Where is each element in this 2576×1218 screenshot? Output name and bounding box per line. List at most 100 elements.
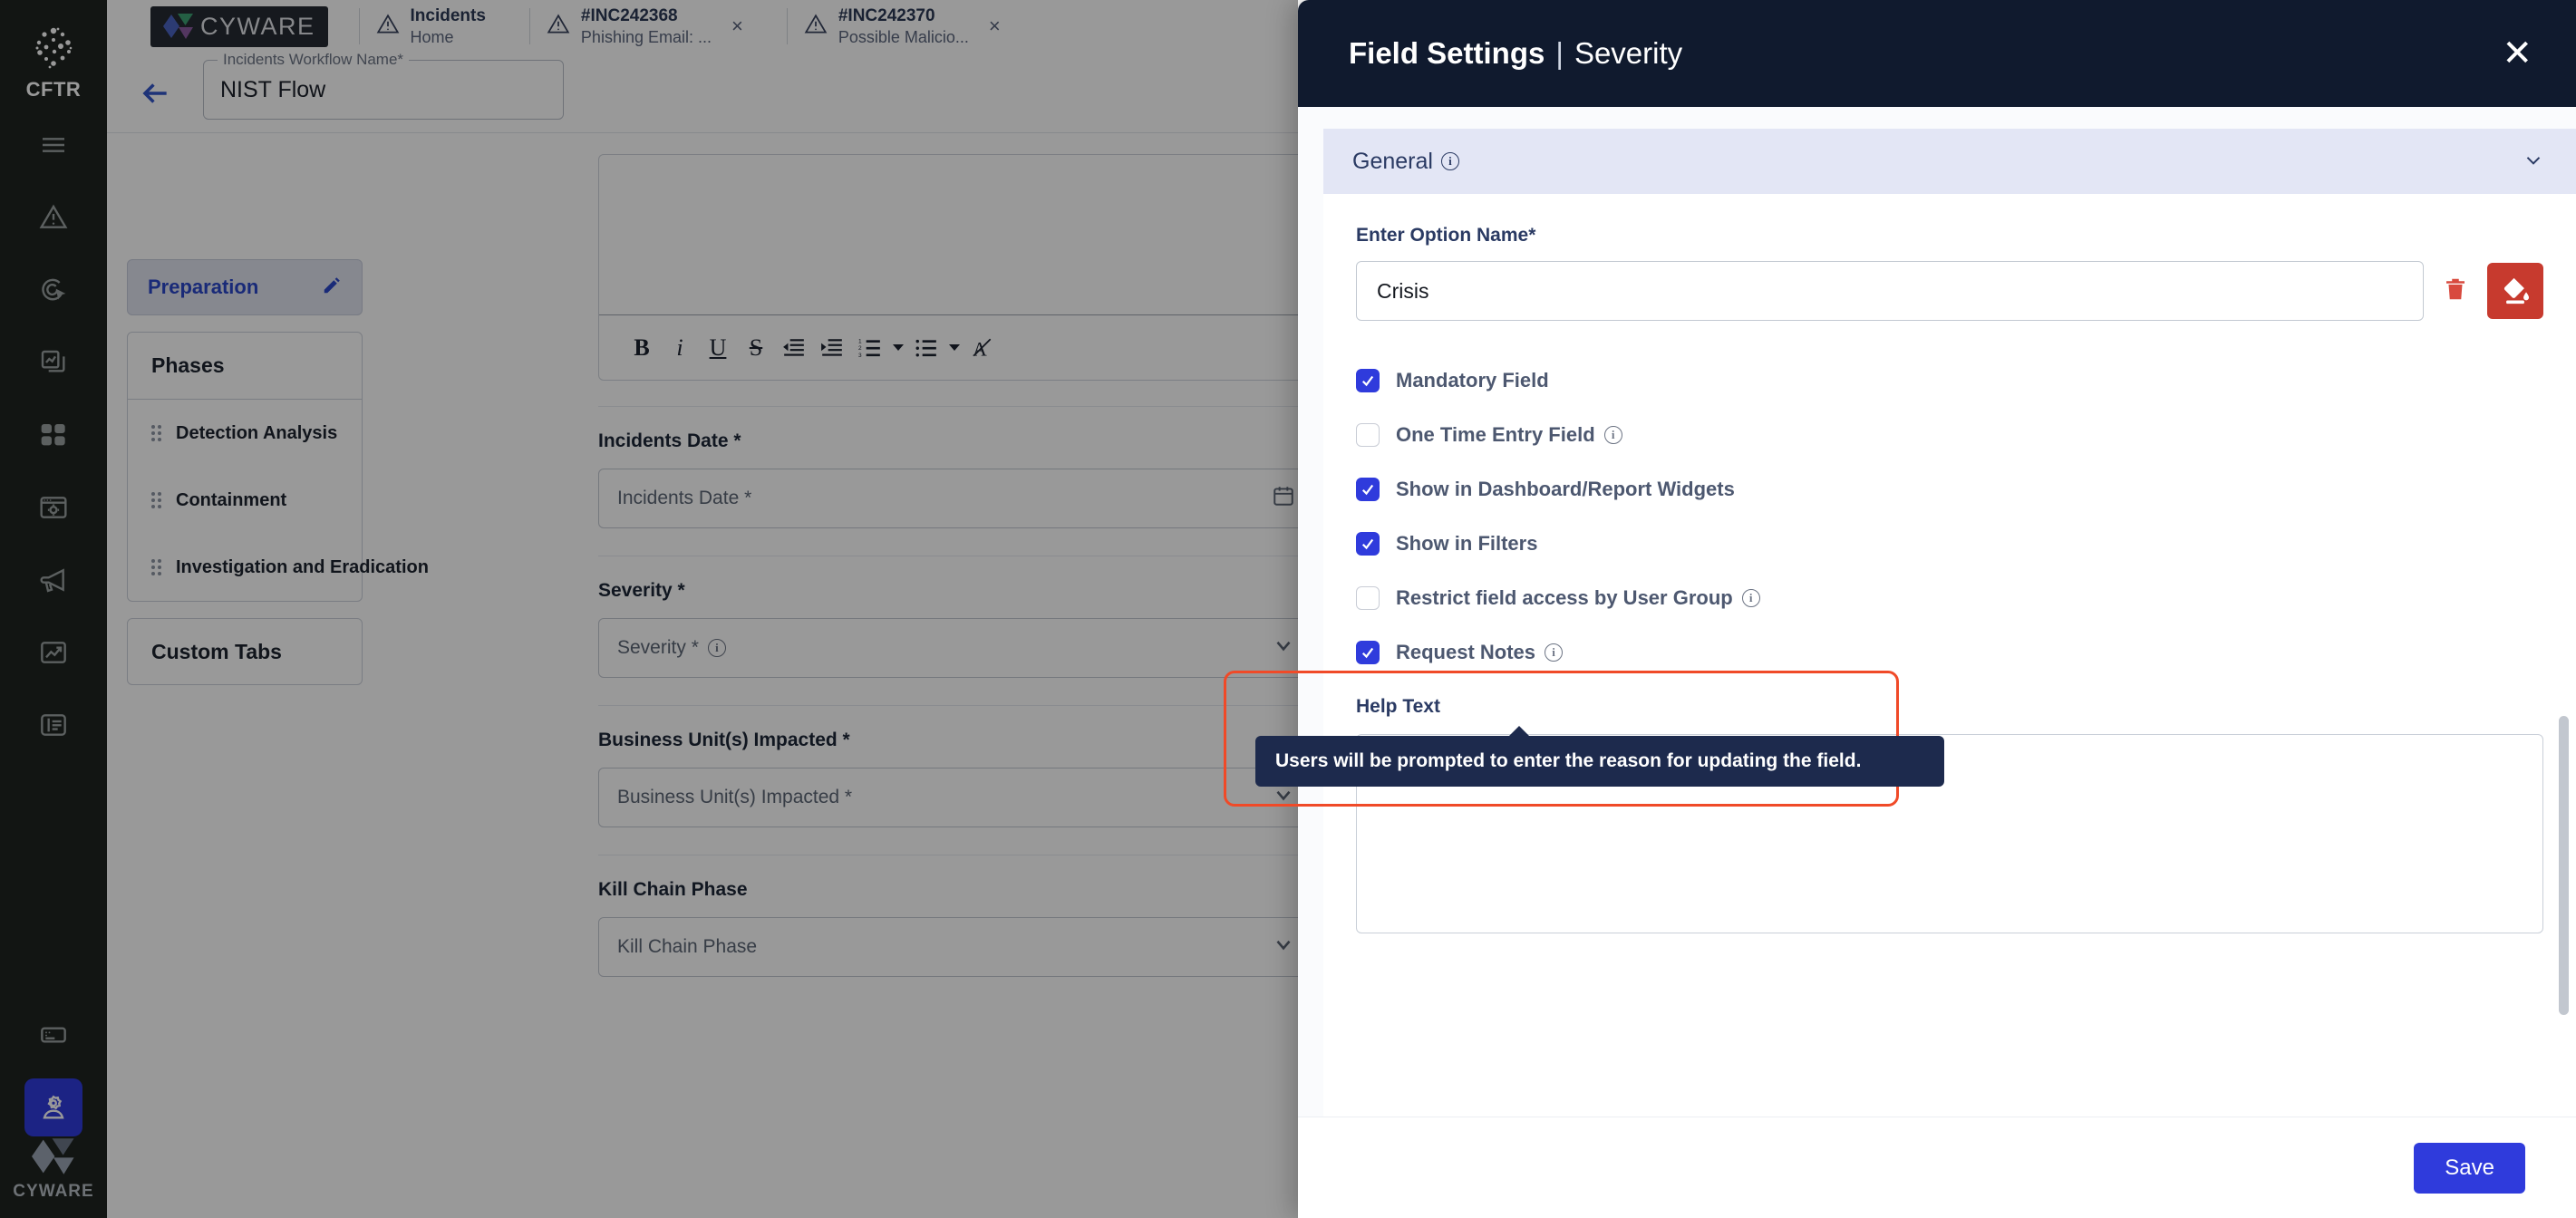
field-settings-drawer: Field Settings | Severity ✕ General i Ente… [1298, 0, 2576, 1218]
italic-icon[interactable]: i [661, 329, 699, 367]
checkbox-unchecked-icon[interactable] [1356, 586, 1380, 610]
info-icon[interactable]: i [1545, 643, 1563, 662]
phase-row[interactable]: Containment [128, 467, 362, 534]
kill-chain-phase-select[interactable]: Kill Chain Phase [598, 917, 1314, 977]
tab-title: #INC242368 [581, 6, 712, 26]
info-icon[interactable]: i [1604, 426, 1622, 444]
chevron-down-icon[interactable] [1272, 783, 1295, 812]
checkbox-checked-icon[interactable] [1356, 478, 1380, 501]
drawer-title-main: Field Settings [1349, 36, 1545, 70]
field-label: Severity * [598, 580, 1314, 602]
field-placeholder: Severity * [617, 637, 699, 659]
tab-inc242370[interactable]: #INC242370 Possible Malicio... × [788, 0, 1013, 53]
field-placeholder: Business Unit(s) Impacted * [617, 787, 852, 808]
back-arrow-icon[interactable] [138, 76, 172, 111]
close-icon[interactable]: ✕ [2493, 32, 2542, 75]
tab-title: #INC242370 [838, 6, 969, 26]
apps-grid-icon[interactable] [24, 406, 82, 464]
header-divider [107, 132, 1298, 133]
console-icon[interactable] [24, 1006, 82, 1064]
browser-settings-icon[interactable] [24, 478, 82, 536]
field-incidents-date: Incidents Date * Incidents Date * [598, 407, 1314, 556]
checkbox-row-mandatory-field[interactable]: Mandatory Field [1356, 353, 2543, 408]
field-business-units: Business Unit(s) Impacted * Business Uni… [598, 706, 1314, 855]
info-icon[interactable]: i [708, 639, 726, 657]
drag-handle-icon[interactable] [151, 425, 161, 441]
indent-icon[interactable] [813, 329, 851, 367]
info-icon[interactable]: i [1441, 152, 1459, 170]
checkbox-unchecked-icon[interactable] [1356, 423, 1380, 447]
rich-text-editor[interactable]: B i U S 123 [598, 154, 1314, 381]
user-settings-icon[interactable] [24, 1078, 82, 1136]
svg-text:2: 2 [858, 345, 862, 352]
request-notes-tooltip: Users will be prompted to enter the reas… [1255, 736, 1944, 787]
strikethrough-icon[interactable]: S [737, 329, 775, 367]
business-units-select[interactable]: Business Unit(s) Impacted * [598, 768, 1314, 827]
checkbox-checked-icon[interactable] [1356, 369, 1380, 392]
phase-row[interactable]: Detection Analysis [128, 400, 362, 467]
drawer-scrollbar[interactable] [2559, 716, 2569, 1015]
checkbox-label: Show in Filters [1396, 532, 1537, 556]
drawer-header: Field Settings | Severity ✕ [1298, 0, 2576, 107]
drag-handle-icon[interactable] [151, 492, 161, 508]
phases-panel: Preparation Phases Detection Analysis Co… [127, 259, 363, 685]
edit-pencil-icon[interactable] [322, 276, 342, 300]
cyware-logo-text: CYWARE [200, 13, 315, 41]
save-button[interactable]: Save [2414, 1143, 2525, 1194]
close-icon[interactable]: × [989, 16, 1001, 36]
tab-inc242368[interactable]: #INC242368 Phishing Email: ... × [530, 0, 756, 53]
tab-subtitle: Possible Malicio... [838, 28, 969, 47]
bold-icon[interactable]: B [623, 329, 661, 367]
chevron-down-icon[interactable] [945, 329, 964, 367]
checkbox-row-show-in-filters[interactable]: Show in Filters [1356, 517, 2543, 571]
chevron-down-icon[interactable] [1272, 633, 1295, 662]
chevron-down-icon[interactable] [2522, 148, 2545, 176]
cftr-logo-icon [30, 24, 77, 71]
trash-icon[interactable] [2442, 276, 2469, 307]
alert-triangle-icon[interactable] [24, 188, 82, 246]
close-icon[interactable]: × [731, 16, 743, 36]
reports-icon[interactable] [24, 334, 82, 392]
checkbox-row-request-notes[interactable]: Request Notes i [1356, 625, 2543, 680]
product-brand: CFTR [26, 24, 82, 102]
general-section-header[interactable]: General i [1323, 129, 2576, 194]
checkbox-checked-icon[interactable] [1356, 641, 1380, 664]
option-name-input[interactable]: Crisis [1356, 261, 2424, 321]
custom-tabs-card[interactable]: Custom Tabs [127, 618, 363, 685]
general-section-label: General [1352, 149, 1433, 175]
chevron-down-icon[interactable] [1272, 933, 1295, 962]
info-icon[interactable]: i [1742, 589, 1760, 607]
checkbox-row-show-in-dashboard-report-widgets[interactable]: Show in Dashboard/Report Widgets [1356, 462, 2543, 517]
option-name-row: Crisis [1356, 261, 2543, 321]
megaphone-icon[interactable] [24, 551, 82, 609]
document-card-icon[interactable] [24, 696, 82, 754]
incidents-date-input[interactable]: Incidents Date * [598, 469, 1314, 528]
severity-select[interactable]: Severity * i [598, 618, 1314, 678]
checkbox-checked-icon[interactable] [1356, 532, 1380, 556]
ordered-list-icon[interactable]: 123 [851, 329, 889, 367]
general-section-content: Enter Option Name* Crisis [1323, 194, 2576, 933]
drawer-title-sub: Severity [1574, 36, 1682, 70]
field-label: Incidents Date * [598, 430, 1314, 452]
tab-subtitle: Phishing Email: ... [581, 28, 712, 47]
trend-chart-icon[interactable] [24, 624, 82, 682]
tab-incidents-home[interactable]: Incidents Home [360, 0, 499, 53]
checkbox-row-one-time-entry-field[interactable]: One Time Entry Field i [1356, 408, 2543, 462]
outdent-icon[interactable] [775, 329, 813, 367]
drag-handle-icon[interactable] [151, 559, 161, 575]
phase-preparation-card[interactable]: Preparation [127, 259, 363, 315]
alert-triangle-icon [804, 13, 828, 41]
unordered-list-icon[interactable] [907, 329, 945, 367]
cftr-label: CFTR [26, 78, 82, 102]
calendar-icon[interactable] [1272, 484, 1295, 513]
paint-bucket-icon[interactable] [2487, 263, 2543, 319]
checkbox-row-restrict-field-access-by-user-group[interactable]: Restrict field access by User Group i [1356, 571, 2543, 625]
underline-icon[interactable]: U [699, 329, 737, 367]
drawer-title-separator: | [1555, 36, 1564, 70]
phase-row[interactable]: Investigation and Eradication [128, 534, 362, 601]
clear-format-icon[interactable]: A [964, 329, 1002, 367]
threat-hunt-icon[interactable] [24, 261, 82, 319]
chevron-down-icon[interactable] [889, 329, 907, 367]
menu-icon[interactable] [24, 116, 82, 174]
incident-form-column: B i U S 123 [598, 154, 1314, 1004]
